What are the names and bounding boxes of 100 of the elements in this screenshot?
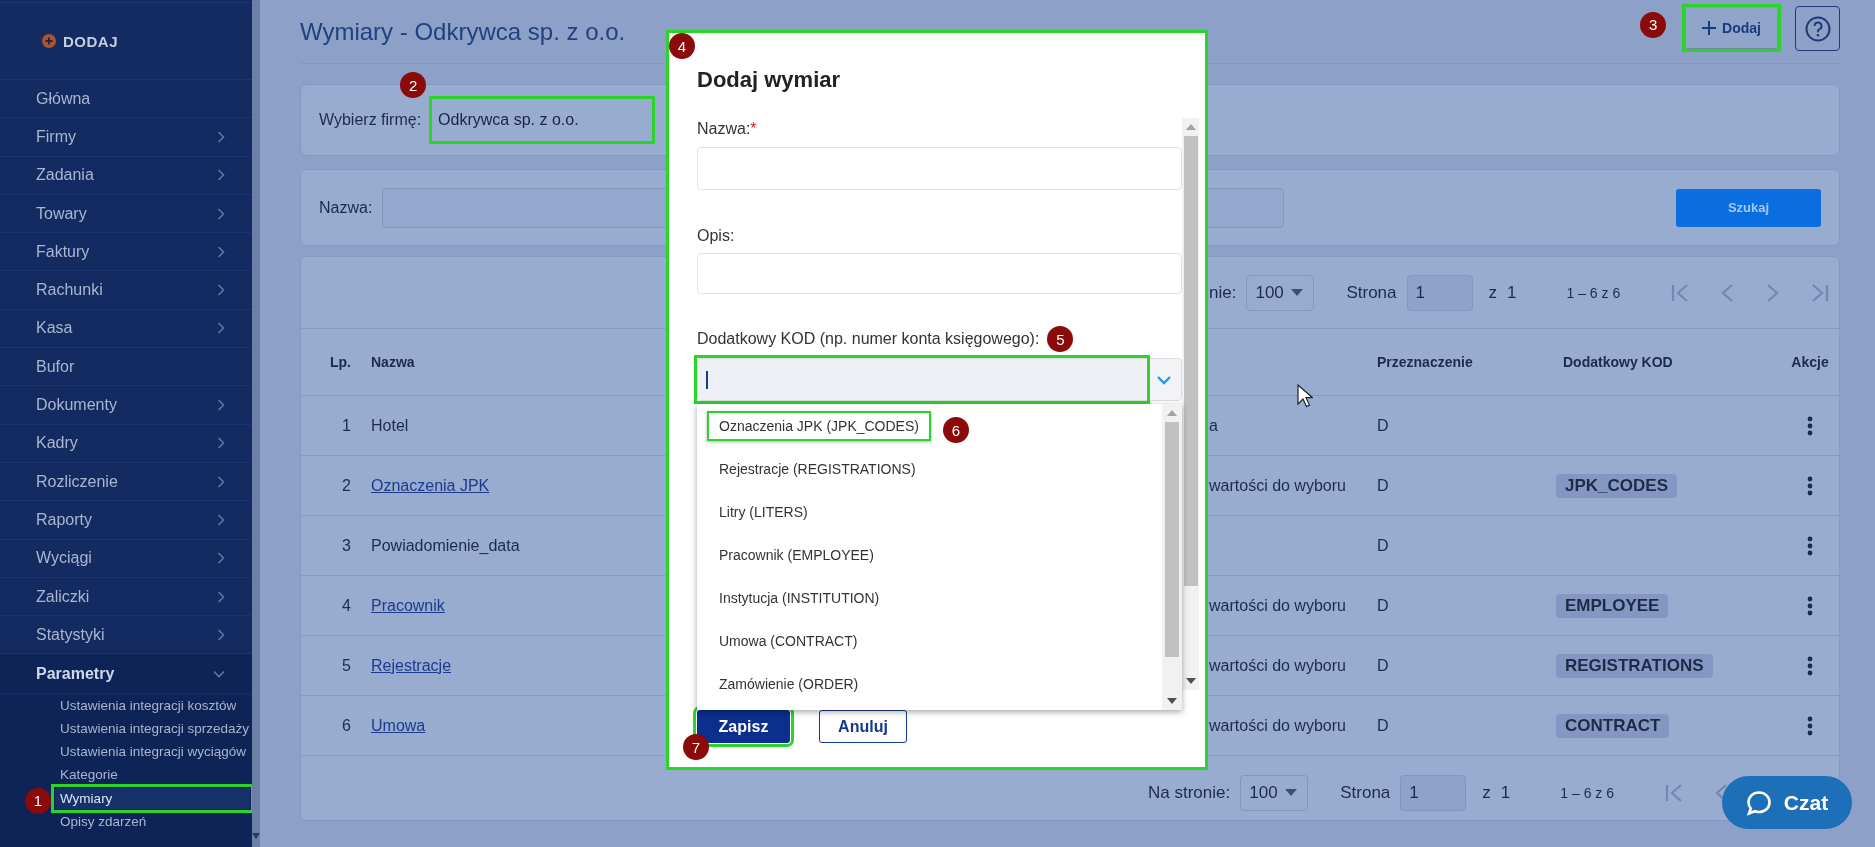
sidebar-subitem[interactable]: Ustawienia integracji kosztów [55, 694, 250, 716]
row-number: 1 [341, 416, 352, 435]
input-field[interactable] [697, 253, 1182, 294]
row-number: 5 [341, 656, 352, 675]
speech-bubble-icon [1745, 789, 1772, 816]
dropdown-option[interactable]: Zamówienie (ORDER) [707, 669, 871, 699]
table-cell: Hotel [371, 416, 409, 434]
callout-number: 5 [1047, 326, 1074, 352]
dropdown-option[interactable]: Oznaczenia JPK (JPK_CODES) [707, 411, 931, 441]
scroll-up-icon[interactable] [1185, 124, 1196, 130]
more-icon[interactable] [1807, 535, 1813, 556]
per-page-select[interactable]: 100 [1246, 274, 1315, 311]
sidebar-subitem[interactable]: Ustawienia integracji sprzedaży [55, 717, 250, 739]
callout-number: 6 [942, 417, 969, 443]
text-cursor [706, 370, 708, 389]
code-tag: JPK_CODES [1556, 473, 1677, 498]
mouse-pointer-icon [1297, 384, 1313, 408]
scroll-down-icon[interactable] [1185, 678, 1196, 684]
field-label: Dodatkowy KOD (np. numer konta księgowego): [697, 330, 1040, 348]
chevron-right-icon [217, 437, 225, 450]
scroll-up-icon[interactable] [1167, 410, 1177, 416]
scroll-down-icon[interactable] [252, 833, 260, 839]
per-page-label: Na stronie: [1148, 782, 1231, 803]
dropdown-arrow-icon [1285, 789, 1298, 796]
field-label: Opis: [697, 227, 735, 245]
chevron-right-icon [217, 322, 225, 335]
per-page-select[interactable]: 100 [1240, 774, 1309, 811]
more-icon[interactable] [1807, 415, 1813, 436]
more-icon[interactable] [1807, 715, 1813, 736]
dropdown-option[interactable]: Litry (LITERS) [707, 497, 820, 527]
column-header: Akcje [1790, 354, 1830, 370]
sidebar-item[interactable]: Parametry [0, 654, 252, 693]
dropdown-option[interactable]: Instytucja (INSTITUTION) [707, 583, 892, 613]
cancel-button[interactable]: Anuluj [819, 710, 907, 743]
page-count: 1 [1500, 782, 1511, 803]
first-page-icon[interactable] [1664, 782, 1684, 803]
table-cell: wartości do wyboru [1209, 656, 1346, 674]
add-button[interactable]: DODAJ [42, 32, 118, 50]
range-text: 1 – 6 z 6 [1566, 284, 1621, 301]
table-cell-text: D [1377, 596, 1390, 615]
name-link[interactable]: Rejestracje [371, 656, 452, 674]
last-page-icon[interactable] [1810, 282, 1831, 303]
page-field[interactable]: 1 [1400, 774, 1467, 811]
page-field[interactable]: 1 [1406, 274, 1473, 311]
plus-icon [1702, 20, 1717, 35]
column-header: Dodatkowy KOD [1563, 354, 1674, 370]
chat-button[interactable]: Czat [1722, 776, 1852, 829]
name-link[interactable]: Pracownik [371, 596, 445, 614]
table-cell: wartości do wyboru [1209, 596, 1346, 614]
sidebar-subitem[interactable]: Opisy zdarzeń [55, 810, 250, 832]
table-cell: Powiadomienie_data [371, 536, 520, 554]
more-icon[interactable] [1807, 475, 1813, 496]
dropdown-arrow-icon [1291, 289, 1304, 296]
name-link[interactable]: Oznaczenia JPK [371, 476, 490, 494]
scrollbar[interactable] [1182, 118, 1199, 690]
chevron-right-icon [217, 207, 225, 220]
chevron-right-icon [217, 284, 225, 297]
input-field[interactable] [697, 147, 1182, 190]
scrollbar[interactable] [1162, 404, 1182, 710]
scroll-down-icon[interactable] [1167, 698, 1177, 704]
help-button[interactable] [1795, 6, 1840, 51]
sidebar-scrollbar[interactable] [252, 0, 260, 847]
table-cell-text: D [1377, 416, 1390, 435]
callout-number: 7 [683, 734, 709, 760]
dropdown-option[interactable]: Rejestracje (REGISTRATIONS) [707, 454, 928, 484]
of-label: z [1488, 282, 1497, 303]
table-cell: wartości do wyboru [1209, 476, 1346, 494]
dropdown-option[interactable]: Pracownik (EMPLOYEE) [707, 540, 886, 570]
chevron-down-icon[interactable] [1155, 374, 1172, 385]
page-title: Wymiary - Odkrywca sp. z o.o. [300, 17, 626, 46]
table-cell-text: D [1377, 536, 1390, 555]
sidebar-subitem[interactable]: Kategorie [55, 764, 250, 786]
chevron-right-icon [217, 245, 225, 258]
chevron-right-icon [217, 552, 225, 565]
next-page-icon[interactable] [1765, 282, 1781, 303]
column-header: Przeznaczenie [1377, 354, 1474, 370]
table-cell-text: D [1377, 476, 1390, 495]
dropdown-option[interactable]: Umowa (CONTRACT) [707, 626, 870, 656]
more-icon[interactable] [1807, 655, 1813, 676]
chevron-down-icon [213, 669, 225, 678]
of-label: z [1482, 782, 1491, 803]
callout-number: 2 [400, 72, 427, 98]
table-cell-text: D [1377, 716, 1390, 735]
page-label: Strona [1346, 282, 1397, 303]
table-cell: wartości do wyboru [1209, 716, 1346, 734]
row-number: 4 [341, 596, 352, 615]
row-number: 2 [341, 476, 352, 495]
chevron-right-icon [217, 628, 225, 641]
row-number: 6 [341, 716, 352, 735]
range-text: 1 – 6 z 6 [1560, 784, 1614, 801]
per-page-label: nie: [1209, 282, 1237, 303]
page-label: Strona [1340, 782, 1391, 803]
callout-number: 1 [25, 787, 51, 814]
help-icon [1804, 15, 1831, 42]
sidebar-subitem[interactable]: Ustawienia integracji wyciągów [55, 741, 250, 763]
column-header: Nazwa [370, 354, 416, 370]
name-link[interactable]: Umowa [371, 716, 426, 734]
more-icon[interactable] [1807, 595, 1813, 616]
chevron-right-icon [217, 590, 225, 603]
callout-number: 3 [1640, 11, 1667, 38]
